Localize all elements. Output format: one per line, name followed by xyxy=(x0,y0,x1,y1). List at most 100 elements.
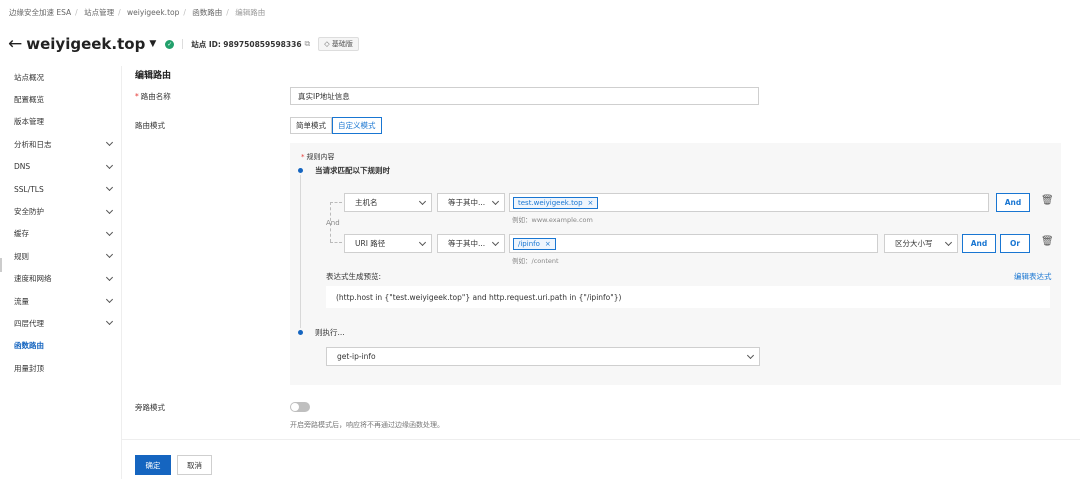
then-label: 则执行... xyxy=(315,328,345,337)
sidebar-item[interactable]: 安全防护 xyxy=(0,200,121,222)
divider xyxy=(182,39,184,49)
breadcrumb-separator: / xyxy=(118,8,121,17)
sidebar-item[interactable]: 缓存 xyxy=(0,223,121,245)
step-line xyxy=(300,175,301,328)
sidebar-item-label: 分析和日志 xyxy=(14,139,52,149)
mode-simple-button[interactable]: 简单模式 xyxy=(290,117,332,134)
sidebar-item[interactable]: 用量封顶 xyxy=(0,357,121,379)
chevron-down-icon xyxy=(746,351,755,359)
chevron-down-icon xyxy=(105,139,114,147)
breadcrumb-item[interactable]: 函数路由 xyxy=(192,8,222,17)
chevron-down-icon xyxy=(944,238,953,246)
chevron-down-icon xyxy=(105,318,114,326)
sidebar-item-label: 版本管理 xyxy=(14,117,44,127)
route-name-input[interactable]: 真实IP地址信息 xyxy=(290,87,759,105)
sidebar-item-label: 站点概况 xyxy=(14,72,44,82)
condition-bracket xyxy=(330,202,342,203)
expression-preview: (http.host in {"test.weiyigeek.top"} and… xyxy=(326,286,1050,308)
bypass-toggle[interactable] xyxy=(290,402,310,412)
sidebar-item[interactable]: 分析和日志 xyxy=(0,133,121,155)
site-id: 站点 ID: 989750859598336 xyxy=(191,39,302,49)
breadcrumb-item[interactable]: weiyigeek.top xyxy=(127,8,179,17)
and-connector: And xyxy=(326,219,340,227)
sidebar-item[interactable]: 规则 xyxy=(0,245,121,267)
chevron-down-icon xyxy=(105,184,114,192)
sidebar-item[interactable]: 站点概况 xyxy=(0,66,121,88)
cancel-button[interactable]: 取消 xyxy=(177,455,212,475)
chevron-down-icon xyxy=(105,251,114,259)
chevron-down-icon xyxy=(491,238,500,246)
edit-expression-link[interactable]: 编辑表达式 xyxy=(1014,271,1052,282)
chevron-down-icon xyxy=(105,296,114,304)
trash-icon[interactable]: 🗑 xyxy=(1041,195,1054,206)
sidebar-item-label: 安全防护 xyxy=(14,207,44,217)
sidebar-item[interactable]: 版本管理 xyxy=(0,111,121,133)
sidebar-item[interactable]: DNS xyxy=(0,156,121,178)
mode-custom-button[interactable]: 自定义模式 xyxy=(332,117,382,134)
close-icon[interactable]: × xyxy=(588,199,594,207)
breadcrumb: 边缘安全加速 ESA / 站点管理 / weiyigeek.top / 函数路由 / 编… xyxy=(9,7,265,18)
condition-operator-select[interactable]: 等于其中... xyxy=(437,234,505,253)
trash-icon[interactable]: 🗑 xyxy=(1041,236,1054,247)
sidebar-item[interactable]: 速度和网络 xyxy=(0,268,121,290)
copy-icon[interactable]: ⧉ xyxy=(305,39,311,49)
sidebar-item-label: 四层代理 xyxy=(14,318,44,328)
chevron-down-icon xyxy=(491,197,500,205)
sidebar-item-label: DNS xyxy=(14,162,31,172)
function-select[interactable]: get-ip-info xyxy=(326,347,760,366)
chevron-down-icon xyxy=(105,228,114,236)
breadcrumb-separator: / xyxy=(75,8,78,17)
chevron-down-icon xyxy=(418,238,427,246)
chevron-down-icon xyxy=(105,161,114,169)
sidebar-item-label: 规则 xyxy=(14,251,29,261)
condition-field-select[interactable]: URI 路径 xyxy=(344,234,432,253)
sidebar-item-label: 用量封顶 xyxy=(14,363,44,373)
add-or-button[interactable]: Or xyxy=(1000,234,1030,253)
section-title: 编辑路由 xyxy=(135,71,172,81)
breadcrumb-item[interactable]: 站点管理 xyxy=(84,8,114,17)
sidebar-item[interactable]: 流量 xyxy=(0,290,121,312)
caret-down-icon[interactable]: ▼ xyxy=(149,39,156,49)
condition-value-input[interactable]: /ipinfo × xyxy=(509,234,878,253)
sidebar-item[interactable]: 配置概览 xyxy=(0,88,121,110)
condition-operator-select[interactable]: 等于其中... xyxy=(437,193,505,212)
site-title[interactable]: weiyigeek.top xyxy=(26,35,145,53)
breadcrumb-current: 编辑路由 xyxy=(235,8,266,17)
condition-field-select[interactable]: 主机名 xyxy=(344,193,432,212)
chevron-down-icon xyxy=(105,206,114,214)
value-tag: test.weiyigeek.top × xyxy=(513,196,599,209)
case-sensitive-select[interactable]: 区分大小写 xyxy=(884,234,958,253)
condition-bracket xyxy=(330,242,342,243)
route-mode-switch: 简单模式 自定义模式 xyxy=(290,117,382,134)
expression-preview-label: 表达式生成预览: xyxy=(326,272,382,281)
confirm-button[interactable]: 确定 xyxy=(135,455,171,475)
breadcrumb-separator: / xyxy=(226,8,229,17)
close-icon[interactable]: × xyxy=(545,240,551,248)
add-and-button[interactable]: And xyxy=(962,234,996,253)
sidebar-item-label: 速度和网络 xyxy=(14,274,52,284)
chevron-down-icon xyxy=(418,197,427,205)
condition-hint: 例如：www.example.com xyxy=(512,216,593,224)
chevron-down-icon xyxy=(105,273,114,281)
add-and-button[interactable]: And xyxy=(996,193,1030,212)
sidebar-item-label: 函数路由 xyxy=(14,341,44,351)
sidebar-item[interactable]: SSL/TLS xyxy=(0,178,121,200)
page-header: ← weiyigeek.top ▼ ✓ 站点 ID: 9897508595983… xyxy=(8,34,359,54)
sidebar-item[interactable]: 四层代理 xyxy=(0,312,121,334)
divider xyxy=(121,66,122,479)
condition-value-input[interactable]: test.weiyigeek.top × xyxy=(509,193,989,212)
check-circle-icon: ✓ xyxy=(165,39,175,49)
sidebar: 站点概况配置概览版本管理分析和日志 DNS SSL/TLS 安全防护缓存规则速度和网络… xyxy=(0,66,121,379)
sidebar-collapse-handle[interactable] xyxy=(0,258,2,272)
sidebar-item[interactable]: 函数路由 xyxy=(0,335,121,357)
breadcrumb-separator: / xyxy=(183,8,186,17)
value-tag: /ipinfo × xyxy=(513,237,556,250)
sidebar-item-label: 配置概览 xyxy=(14,95,44,105)
breadcrumb-item[interactable]: 边缘安全加速 ESA xyxy=(9,8,71,17)
route-mode-label: 路由模式 xyxy=(135,121,165,130)
step-dot xyxy=(298,330,303,335)
rule-content-label: * 规则内容 xyxy=(301,153,335,161)
route-name-label: * 路由名称 xyxy=(135,92,171,101)
arrow-left-icon[interactable]: ← xyxy=(8,35,22,53)
bypass-label: 旁路模式 xyxy=(135,403,165,412)
